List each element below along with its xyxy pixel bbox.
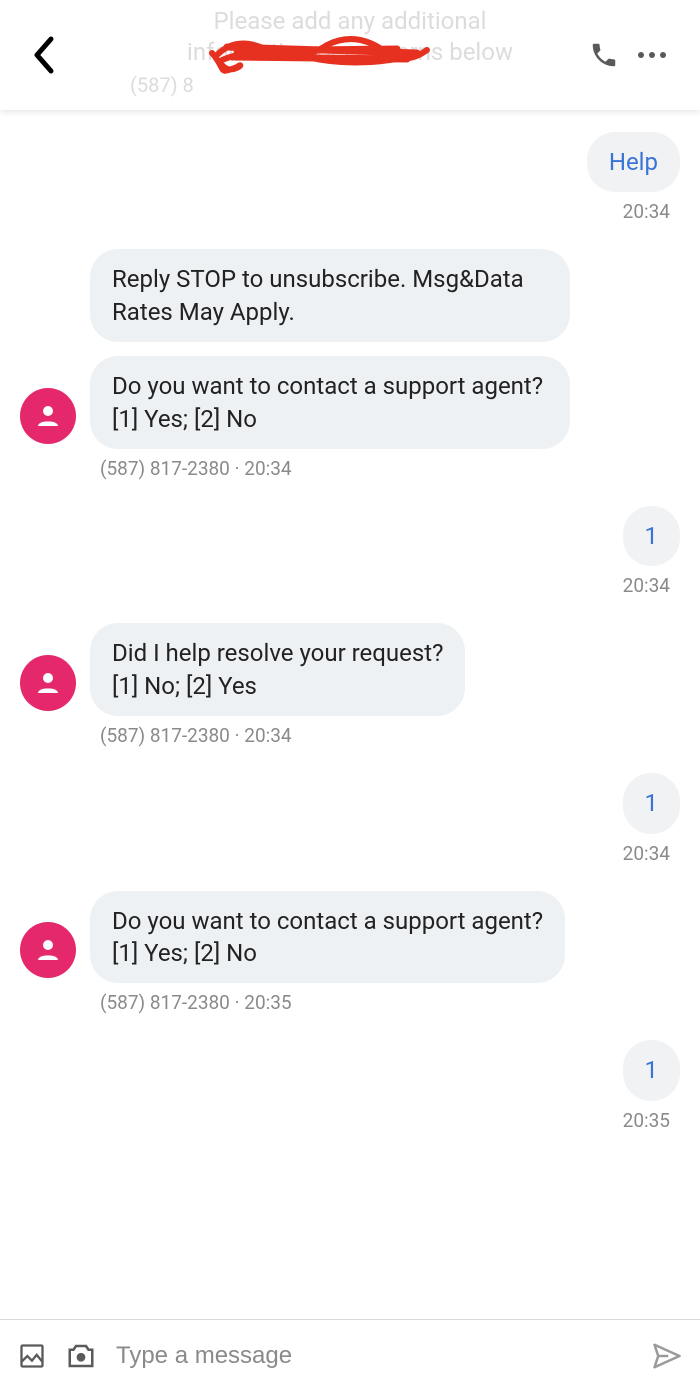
person-icon bbox=[33, 935, 63, 965]
message-input[interactable] bbox=[116, 1342, 632, 1370]
message-incoming-group: Do you want to contact a support agent? … bbox=[20, 891, 680, 1015]
more-icon bbox=[638, 52, 666, 58]
sender-meta: (587) 817-2380 · 20:35 bbox=[90, 991, 292, 1014]
message-bubble[interactable]: 1 bbox=[623, 773, 681, 833]
message-bubble[interactable]: Did I help resolve your request? [1] No;… bbox=[90, 623, 465, 716]
phone-icon bbox=[589, 40, 619, 70]
sender-number: (587) 817-2380 bbox=[100, 457, 230, 480]
message-bubble[interactable]: Do you want to contact a support agent? … bbox=[90, 891, 565, 984]
call-button[interactable] bbox=[580, 31, 628, 79]
contact-name-redacted bbox=[64, 33, 580, 77]
message-outgoing: 1 20:35 bbox=[20, 1040, 680, 1131]
message-outgoing: 1 20:34 bbox=[20, 773, 680, 864]
redaction-scribble bbox=[207, 25, 437, 85]
message-bubble[interactable]: 1 bbox=[623, 1040, 681, 1100]
message-list: Help 20:34 Reply STOP to unsubscribe. Ms… bbox=[0, 110, 700, 1319]
more-options-button[interactable] bbox=[628, 31, 676, 79]
message-outgoing: Help 20:34 bbox=[20, 132, 680, 223]
sender-avatar[interactable] bbox=[20, 655, 76, 711]
message-timestamp: 20:34 bbox=[613, 842, 680, 865]
sender-meta: (587) 817-2380 · 20:34 bbox=[90, 457, 292, 480]
back-icon bbox=[31, 35, 57, 75]
person-icon bbox=[33, 401, 63, 431]
camera-icon bbox=[66, 1342, 96, 1370]
message-timestamp: 20:34 bbox=[613, 574, 680, 597]
sender-avatar[interactable] bbox=[20, 922, 76, 978]
message-bubble[interactable]: Reply STOP to unsubscribe. Msg&Data Rate… bbox=[90, 249, 570, 342]
sender-number: (587) 817-2380 bbox=[100, 991, 230, 1014]
image-icon bbox=[18, 1342, 46, 1370]
send-button[interactable] bbox=[652, 1341, 682, 1371]
send-icon bbox=[652, 1341, 682, 1371]
message-timestamp: 20:34 bbox=[244, 457, 291, 480]
message-timestamp: 20:35 bbox=[613, 1109, 680, 1132]
camera-button[interactable] bbox=[66, 1342, 96, 1370]
sender-number: (587) 817-2380 bbox=[100, 724, 230, 747]
gallery-button[interactable] bbox=[18, 1342, 46, 1370]
sender-meta: (587) 817-2380 · 20:34 bbox=[90, 724, 292, 747]
message-input-bar bbox=[0, 1319, 700, 1391]
message-timestamp: 20:34 bbox=[613, 200, 680, 223]
sender-avatar[interactable] bbox=[20, 388, 76, 444]
message-incoming-group: Reply STOP to unsubscribe. Msg&Data Rate… bbox=[20, 249, 680, 480]
message-bubble[interactable]: Do you want to contact a support agent? … bbox=[90, 356, 570, 449]
message-bubble[interactable]: Help bbox=[587, 132, 680, 192]
person-icon bbox=[33, 668, 63, 698]
message-timestamp: 20:35 bbox=[244, 991, 291, 1014]
conversation-header: Please add any additional information or… bbox=[0, 0, 700, 110]
back-button[interactable] bbox=[24, 35, 64, 75]
message-outgoing: 1 20:34 bbox=[20, 506, 680, 597]
message-incoming-group: Did I help resolve your request? [1] No;… bbox=[20, 623, 680, 747]
message-bubble[interactable]: 1 bbox=[623, 506, 681, 566]
message-timestamp: 20:34 bbox=[244, 724, 291, 747]
